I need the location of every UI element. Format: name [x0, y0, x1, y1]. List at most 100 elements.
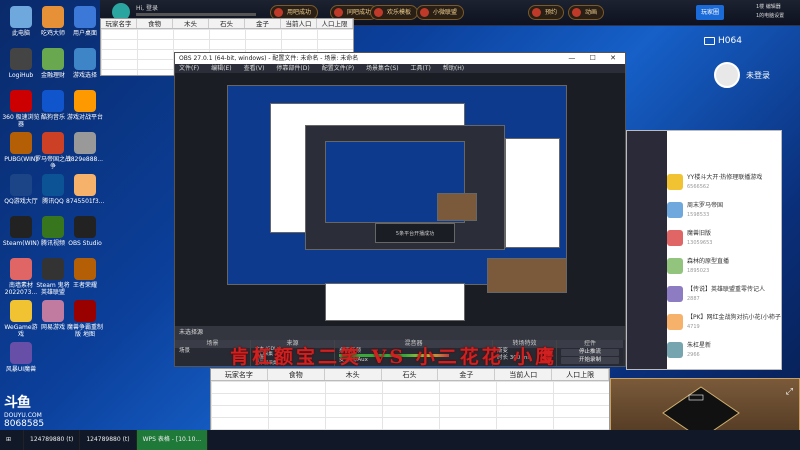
- room-avatar: [667, 342, 683, 358]
- desktop-icon[interactable]: 8745501f3...: [66, 174, 104, 205]
- watermark-brand: 斗鱼: [4, 395, 31, 411]
- desktop-icon[interactable]: 5829e888...: [66, 132, 104, 163]
- column-header[interactable]: 当前人口: [495, 369, 553, 380]
- obs-menu-item[interactable]: 查看(V): [244, 64, 265, 73]
- app-icon: [74, 216, 96, 238]
- app-icon: [10, 342, 32, 364]
- room-avatar: [667, 174, 683, 190]
- preview-caption: 5条平台开播成功: [375, 223, 455, 243]
- column-header[interactable]: 食物: [137, 19, 173, 28]
- room-title: 周末罗马帝国: [687, 202, 724, 209]
- app-icon: [42, 300, 64, 322]
- room-title: 魔兽旧版: [687, 230, 712, 237]
- column-header[interactable]: 木头: [173, 19, 209, 28]
- taskbar-item-wps[interactable]: WPS 表格 - [10.10...: [136, 430, 209, 450]
- desktop-icon[interactable]: 游戏对战平台: [66, 90, 104, 121]
- room-viewers: 1598533: [687, 212, 710, 218]
- room-viewers: 1895023: [687, 268, 710, 274]
- obs-preview[interactable]: 5条平台开播成功: [175, 73, 625, 326]
- live-room-item[interactable]: 魔兽旧版 13059653: [667, 227, 781, 251]
- column-header[interactable]: 石头: [209, 19, 245, 28]
- room-title: 森林的原型直播: [687, 258, 730, 265]
- app-icon: [74, 258, 96, 280]
- app-icon: [42, 6, 64, 28]
- topbar-pill-3[interactable]: 欢乐模板: [370, 5, 419, 20]
- obs-window[interactable]: OBS 27.0.1 (64-bit, windows) - 配置文件: 未命名…: [174, 52, 626, 367]
- douyu-watermark: 斗鱼 DOUYU.COM 8068585: [4, 392, 44, 429]
- column-header[interactable]: 玩家名字: [101, 19, 137, 28]
- column-header[interactable]: 金子: [438, 369, 496, 380]
- pill-dot-icon: [274, 8, 283, 17]
- live-room-item[interactable]: 森林的原型直播 1895023: [667, 255, 781, 279]
- app-icon: [74, 90, 96, 112]
- room-avatar: [667, 314, 683, 330]
- column-header[interactable]: 石头: [382, 369, 439, 380]
- desktop-icon[interactable]: 用户桌面: [66, 6, 104, 37]
- nested-minimap-small: [437, 193, 477, 221]
- desktop-icon[interactable]: 魔兽争霸重制版 地图: [66, 300, 104, 338]
- column-header[interactable]: 人口上限: [552, 369, 610, 380]
- desktop-icon-label: 用户桌面: [72, 30, 97, 37]
- room-viewers: 6566562: [687, 184, 710, 190]
- watermark-room: 8068585: [4, 419, 45, 429]
- room-title: 【PK】网红金战狗对抗小花(小柿子): [687, 314, 782, 321]
- obs-menu-item[interactable]: 停靠部件(D): [276, 64, 309, 73]
- obs-menu-item[interactable]: 编辑(E): [211, 64, 231, 73]
- topbar-pill-4[interactable]: 小微联盟: [416, 5, 465, 20]
- desktop-icon[interactable]: 王者荣耀: [66, 258, 104, 289]
- watermark-site: DOUYU.COM: [4, 412, 42, 419]
- topbar-button[interactable]: 玩家圈: [696, 5, 725, 20]
- start-menu-icon[interactable]: ⊞: [0, 430, 24, 450]
- live-room-item[interactable]: 周末罗马帝国 1598533: [667, 199, 781, 223]
- room-title: 朱杠星新: [687, 342, 712, 349]
- room-title: YY楼斗大开·热修理联播游戏: [687, 174, 763, 181]
- app-icon: [74, 174, 96, 196]
- app-icon: [74, 48, 96, 70]
- desktop-icon[interactable]: 风暴UI魔兽: [2, 342, 40, 373]
- app-icon: [42, 258, 64, 280]
- app-icon: [42, 48, 64, 70]
- controls-dock[interactable]: 控件 停止推流 开始录制: [557, 340, 623, 366]
- login-status[interactable]: 未登录: [746, 70, 770, 81]
- app-icon: [42, 174, 64, 196]
- obs-control-button[interactable]: 停止推流: [561, 349, 619, 356]
- desktop-icon[interactable]: OBS Studio: [66, 216, 104, 247]
- app-icon: [10, 90, 32, 112]
- live-room-item[interactable]: YY楼斗大开·热修理联播游戏 6566562: [667, 171, 781, 195]
- column-header[interactable]: 食物: [268, 369, 325, 380]
- avatar[interactable]: [714, 62, 740, 88]
- obs-menu-item[interactable]: 场景集合(S): [366, 64, 399, 73]
- app-icon: [10, 132, 32, 154]
- obs-menu-item[interactable]: 工具(T): [411, 64, 431, 73]
- obs-control-button[interactable]: 开始录制: [561, 357, 619, 364]
- column-header[interactable]: 木头: [325, 369, 382, 380]
- live-room-item[interactable]: 【传说】英雄联盟重零传记人 2887: [667, 283, 781, 307]
- live-room-item[interactable]: 朱杠星新 2966: [667, 339, 781, 363]
- app-icon: [74, 300, 96, 322]
- window-controls[interactable]: — ☐ ✕: [568, 53, 622, 64]
- live-room-item[interactable]: 【PK】网红金战狗对抗小花(小柿子) 4719: [667, 311, 782, 335]
- app-icon: [42, 132, 64, 154]
- taskbar-item-1[interactable]: 124789880 (t): [24, 430, 81, 450]
- expand-icon[interactable]: ⤢: [786, 387, 793, 397]
- volume-slider[interactable]: [136, 13, 256, 16]
- column-header[interactable]: 金子: [245, 19, 281, 28]
- desktop-icon[interactable]: 游戏选择: [66, 48, 104, 79]
- obs-menu-item[interactable]: 文件(F): [179, 64, 199, 73]
- obs-menu-item[interactable]: 帮助(H): [443, 64, 464, 73]
- column-header[interactable]: 玩家名字: [211, 369, 268, 380]
- pill-dot-icon: [572, 8, 581, 17]
- obs-menu-item[interactable]: 配置文件(P): [322, 64, 354, 73]
- pill-dot-icon: [374, 8, 383, 17]
- pill-dot-icon: [532, 8, 541, 17]
- room-avatar: [667, 202, 683, 218]
- live-list-panel[interactable]: 我的收藏我的关注推荐主播 YY楼斗大开·热修理联播游戏6566562周末罗马帝国…: [626, 130, 782, 370]
- column-header[interactable]: 当前人口: [281, 19, 317, 28]
- app-icon: [10, 300, 32, 322]
- monitor-icon: [704, 37, 715, 45]
- taskbar-item-2[interactable]: 124789880 (t): [80, 430, 137, 450]
- column-header[interactable]: 人口上限: [317, 19, 353, 28]
- topbar-pill-5[interactable]: 预约: [528, 5, 565, 20]
- stream-overlay-title: 肯杠额宝二笑 VS 小二花花 小鹰: [230, 346, 558, 368]
- topbar-pill-6[interactable]: 动画: [568, 5, 605, 20]
